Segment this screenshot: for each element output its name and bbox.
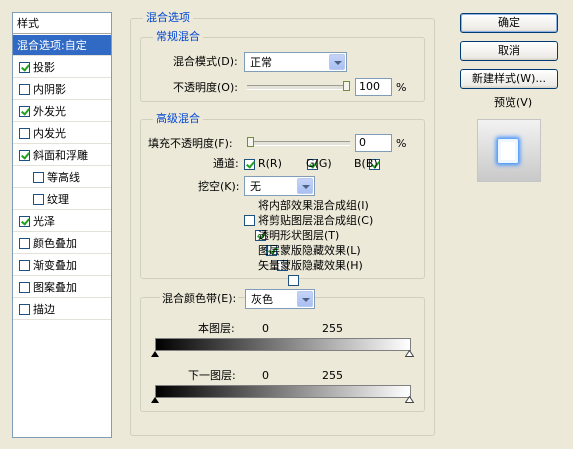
style-item[interactable]: 颜色叠加 bbox=[13, 233, 111, 254]
this-layer-white-slider[interactable] bbox=[405, 350, 414, 357]
opacity-slider-thumb[interactable] bbox=[343, 81, 350, 91]
style-item-label: 斜面和浮雕 bbox=[33, 149, 88, 162]
chevron-down-icon[interactable] bbox=[297, 178, 313, 194]
opacity-unit: % bbox=[396, 81, 407, 94]
preview-label: 预览(V) bbox=[494, 96, 533, 109]
styles-header[interactable]: 样式 bbox=[13, 13, 111, 34]
blend-if-dropdown[interactable]: 灰色 bbox=[245, 289, 315, 309]
style-item-label: 光泽 bbox=[33, 215, 55, 228]
style-item-label: 外发光 bbox=[33, 105, 66, 118]
this-layer-label: 本图层: bbox=[198, 322, 235, 335]
channel-b-label: B(B) bbox=[354, 157, 378, 170]
style-item-checkbox[interactable] bbox=[19, 304, 30, 315]
fill-opacity-slider-track[interactable] bbox=[247, 141, 350, 146]
opacity-input[interactable]: 100 bbox=[355, 78, 392, 96]
style-item-label: 纹理 bbox=[47, 193, 69, 206]
preview-swatch-icon bbox=[496, 137, 520, 165]
style-item-checkbox[interactable] bbox=[19, 216, 30, 227]
underlying-layer-max: 255 bbox=[322, 369, 343, 382]
style-item-blend-options[interactable]: 混合选项:自定 bbox=[13, 35, 111, 56]
blend-mode-value: 正常 bbox=[250, 56, 272, 69]
style-item-checkbox[interactable] bbox=[19, 128, 30, 139]
cancel-button[interactable]: 取消 bbox=[460, 41, 558, 61]
style-item[interactable]: 光泽 bbox=[13, 211, 111, 232]
channel-r-checkbox[interactable] bbox=[244, 158, 255, 170]
style-item-label: 图案叠加 bbox=[33, 281, 77, 294]
blend-mode-dropdown[interactable]: 正常 bbox=[244, 52, 347, 72]
fill-opacity-slider-thumb[interactable] bbox=[247, 137, 254, 147]
blend-options-title: 混合选项 bbox=[143, 11, 193, 24]
advanced-option-label: 将剪贴图层混合成组(C) bbox=[258, 214, 374, 227]
fill-opacity-input[interactable]: 0 bbox=[355, 134, 392, 152]
advanced-option-label: 将内部效果混合成组(I) bbox=[258, 199, 369, 212]
style-item[interactable]: 描边 bbox=[13, 299, 111, 320]
style-item-checkbox[interactable] bbox=[19, 106, 30, 117]
style-item-checkbox[interactable] bbox=[19, 62, 30, 73]
style-item-label: 投影 bbox=[33, 61, 55, 74]
knockout-label: 挖空(K): bbox=[198, 180, 240, 193]
advanced-blending-title: 高级混合 bbox=[153, 112, 203, 125]
blend-mode-label: 混合模式(D): bbox=[173, 55, 238, 68]
style-item[interactable]: 内发光 bbox=[13, 123, 111, 144]
underlying-black-slider[interactable] bbox=[151, 397, 159, 403]
style-item[interactable]: 等高线 bbox=[13, 167, 111, 188]
blend-if-label: 混合颜色带(E): bbox=[160, 292, 239, 306]
knockout-dropdown[interactable]: 无 bbox=[244, 176, 315, 196]
style-item-checkbox[interactable] bbox=[33, 172, 44, 183]
channel-g-label: G(G) bbox=[306, 157, 332, 170]
fill-opacity-unit: % bbox=[396, 137, 407, 150]
style-item[interactable]: 内阴影 bbox=[13, 79, 111, 100]
styles-list: 样式 混合选项:自定 投影内阴影外发光内发光斜面和浮雕等高线纹理光泽颜色叠加渐变… bbox=[12, 12, 112, 438]
style-item[interactable]: 斜面和浮雕 bbox=[13, 145, 111, 166]
style-item-checkbox[interactable] bbox=[19, 238, 30, 249]
opacity-slider-track[interactable] bbox=[247, 85, 350, 90]
style-item[interactable]: 渐变叠加 bbox=[13, 255, 111, 276]
this-layer-min: 0 bbox=[262, 322, 269, 335]
underlying-layer-min: 0 bbox=[262, 369, 269, 382]
chevron-down-icon[interactable] bbox=[329, 54, 345, 70]
style-item-label: 渐变叠加 bbox=[33, 259, 77, 272]
new-style-button[interactable]: 新建样式(W)... bbox=[460, 69, 558, 89]
channels-label: 通道: bbox=[213, 157, 239, 170]
style-item[interactable]: 投影 bbox=[13, 57, 111, 78]
underlying-white-slider[interactable] bbox=[405, 396, 414, 403]
channel-r-label: R(R) bbox=[258, 157, 282, 170]
style-item-checkbox[interactable] bbox=[19, 282, 30, 293]
underlying-layer-label: 下一图层: bbox=[188, 369, 236, 382]
ok-button[interactable]: 确定 bbox=[460, 13, 558, 33]
advanced-option-label: 矢量蒙版隐藏效果(H) bbox=[258, 259, 363, 272]
style-item-label: 内阴影 bbox=[33, 83, 66, 96]
style-item-checkbox[interactable] bbox=[33, 194, 44, 205]
this-layer-gradient bbox=[155, 338, 411, 351]
style-item-label: 颜色叠加 bbox=[33, 237, 77, 250]
style-item-checkbox[interactable] bbox=[19, 84, 30, 95]
underlying-layer-gradient bbox=[155, 385, 411, 398]
style-item-label: 描边 bbox=[33, 303, 55, 316]
style-item[interactable]: 外发光 bbox=[13, 101, 111, 122]
style-item-label: 等高线 bbox=[47, 171, 80, 184]
blend-if-value: 灰色 bbox=[251, 293, 273, 306]
this-layer-black-slider[interactable] bbox=[151, 351, 159, 357]
chevron-down-icon[interactable] bbox=[297, 291, 313, 307]
style-preview-thumbnail bbox=[477, 119, 541, 182]
style-item-label: 内发光 bbox=[33, 127, 66, 140]
general-blending-title: 常规混合 bbox=[153, 30, 203, 43]
advanced-option-checkbox[interactable] bbox=[244, 214, 255, 226]
style-item-checkbox[interactable] bbox=[19, 150, 30, 161]
fill-opacity-label: 填充不透明度(F): bbox=[148, 137, 233, 150]
this-layer-max: 255 bbox=[322, 322, 343, 335]
advanced-option-label: 图层蒙版隐藏效果(L) bbox=[258, 244, 361, 257]
style-item-checkbox[interactable] bbox=[19, 260, 30, 271]
advanced-option-checkbox[interactable] bbox=[288, 274, 299, 286]
opacity-label: 不透明度(O): bbox=[173, 81, 238, 94]
advanced-option-label: 透明形状图层(T) bbox=[258, 229, 340, 242]
style-item[interactable]: 图案叠加 bbox=[13, 277, 111, 298]
knockout-value: 无 bbox=[250, 180, 261, 193]
style-item[interactable]: 纹理 bbox=[13, 189, 111, 210]
